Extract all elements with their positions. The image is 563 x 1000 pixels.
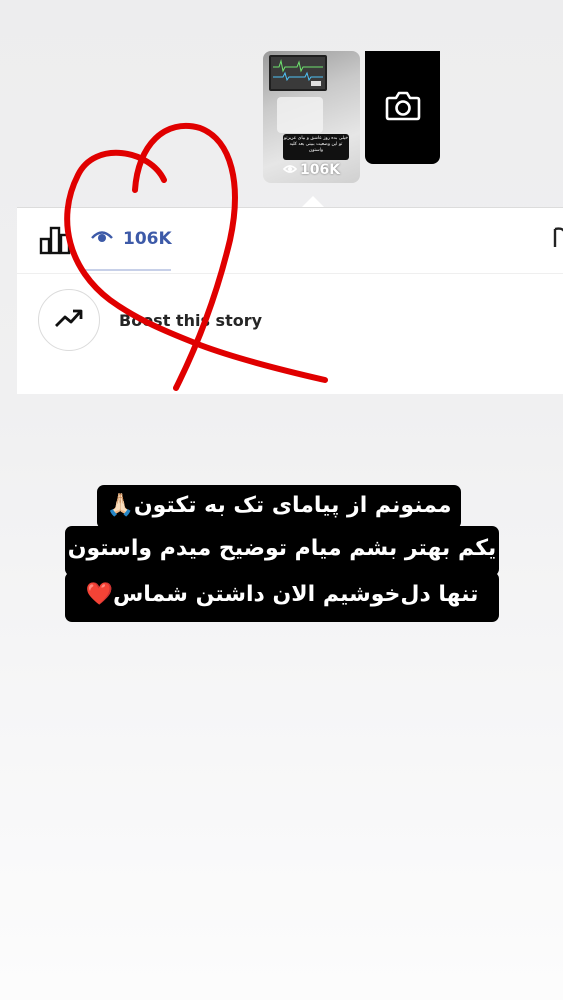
story-caption: خیلی بده روز عاشق و بیای عزیزتو تو این و… [283, 134, 349, 160]
trending-up-icon [54, 307, 84, 333]
eye-icon [282, 162, 298, 178]
insights-panel: 106K Boost this story [17, 207, 563, 394]
more-tab-icon[interactable] [553, 225, 563, 258]
bed-image [277, 97, 323, 133]
camera-button[interactable] [365, 51, 440, 164]
boost-button[interactable] [38, 289, 100, 351]
tab-views-indicator [81, 269, 171, 271]
story-thumbnail[interactable]: خیلی بده روز عاشق و بیای عزیزتو تو این و… [263, 51, 360, 183]
story-text-line-3: تنها دل‌خوشیم الان داشتن شماس❤️ [65, 572, 499, 622]
monitor-image [269, 55, 327, 91]
story-text-line-2: یکم بهتر بشم میام توضیح میدم واستون [65, 526, 499, 576]
insights-tabs: 106K [17, 207, 563, 273]
row-divider [17, 273, 563, 274]
boost-label[interactable]: Boost this story [119, 311, 262, 330]
tab-views[interactable]: 106K [91, 229, 172, 249]
camera-icon [385, 91, 421, 125]
story-views: 106K [282, 162, 341, 178]
story-text-line-1: ممنونم از پیامای تک به تکتون🙏🏻 [97, 485, 461, 529]
tab-views-label: 106K [123, 229, 172, 249]
eye-icon [91, 229, 113, 249]
bar-chart-icon[interactable] [39, 225, 71, 259]
story-view-count: 106K [300, 162, 341, 178]
